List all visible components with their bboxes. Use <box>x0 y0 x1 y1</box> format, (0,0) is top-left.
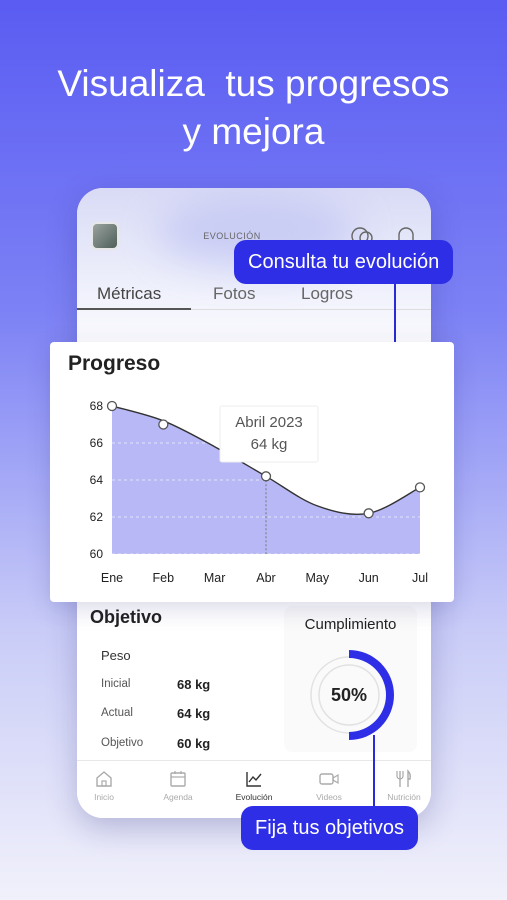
avatar[interactable] <box>91 222 119 250</box>
cumplimiento-card: Cumplimiento 50% <box>284 606 417 752</box>
tooltip-value: 64 kg <box>251 436 288 453</box>
cutlery-icon <box>396 769 411 787</box>
headline-line-2: y mejora <box>182 111 325 152</box>
xtick-May: May <box>306 571 330 585</box>
ytick-64: 64 <box>90 473 104 487</box>
video-icon <box>319 773 339 785</box>
tooltip-date: Abril 2023 <box>235 414 303 431</box>
callout-goals-line <box>373 735 375 807</box>
row-label-actual: Actual <box>101 707 133 719</box>
nav-item-videos[interactable]: Videos <box>294 769 364 802</box>
row-value-objetivo: 60 kg <box>177 736 211 751</box>
nav-label-inicio: Inicio <box>94 792 114 802</box>
peso-label: Peso <box>101 648 131 663</box>
xtick-Abr: Abr <box>256 571 275 585</box>
progress-chart: 60 62 64 66 68 Ene Feb Mar Abr May Jun Jul Abril 202… <box>90 399 428 585</box>
point-Feb <box>158 419 169 430</box>
calendar-icon <box>170 771 186 787</box>
ytick-68: 68 <box>90 399 104 413</box>
nav-item-evolucion[interactable]: Evolución <box>219 769 289 802</box>
point-Jul <box>414 482 426 493</box>
home-icon <box>96 771 112 787</box>
row-label-objetivo: Objetivo <box>101 737 144 749</box>
tab-underline <box>77 308 191 310</box>
callout-evolution: Consulta tu evolución <box>234 240 454 284</box>
row-label-inicial: Inicial <box>101 678 131 690</box>
row-value-inicial: 68 kg <box>177 677 211 692</box>
nav-item-agenda[interactable]: Agenda <box>143 769 213 802</box>
tab-fotos[interactable]: Fotos <box>213 284 256 304</box>
xtick-Jun: Jun <box>359 571 379 585</box>
ytick-62: 62 <box>90 510 104 524</box>
cumplimiento-percent: 50% <box>330 685 368 705</box>
nav-item-nutricion[interactable]: Nutrición <box>369 769 431 802</box>
xtick-Jul: Jul <box>412 571 428 585</box>
xtick-Ene: Ene <box>101 571 123 585</box>
objetivo-title: Objetivo <box>90 607 163 627</box>
cumplimiento-title: Cumplimiento <box>304 616 397 633</box>
tab-bar: Métricas Fotos Logros <box>77 284 431 310</box>
callout-goals: Fija tus objetivos <box>241 806 418 850</box>
ytick-66: 66 <box>90 436 104 450</box>
point-Jun <box>363 508 374 519</box>
nav-label-nutricion: Nutrición <box>387 792 421 802</box>
nav-item-inicio[interactable]: Inicio <box>77 769 139 802</box>
chart-icon <box>246 772 262 787</box>
tab-logros[interactable]: Logros <box>301 284 353 304</box>
headline: Visualiza tus progresos y mejora <box>0 60 507 156</box>
headline-line-1: Visualiza tus progresos <box>57 63 450 104</box>
row-value-actual: 64 kg <box>177 706 211 721</box>
point-Ene <box>106 400 118 412</box>
tab-metricas[interactable]: Métricas <box>97 284 161 304</box>
point-Abr <box>260 471 272 482</box>
nav-label-agenda: Agenda <box>163 792 193 802</box>
nav-label-videos: Videos <box>316 792 342 802</box>
xtick-Mar: Mar <box>204 571 226 585</box>
xtick-Feb: Feb <box>153 571 175 585</box>
progress-card: Progreso 60 62 64 66 68 Ene Feb Mar Abr May Jun Jul… <box>50 342 454 602</box>
nav-label-evolucion: Evolución <box>235 792 273 802</box>
ytick-60: 60 <box>90 547 104 561</box>
